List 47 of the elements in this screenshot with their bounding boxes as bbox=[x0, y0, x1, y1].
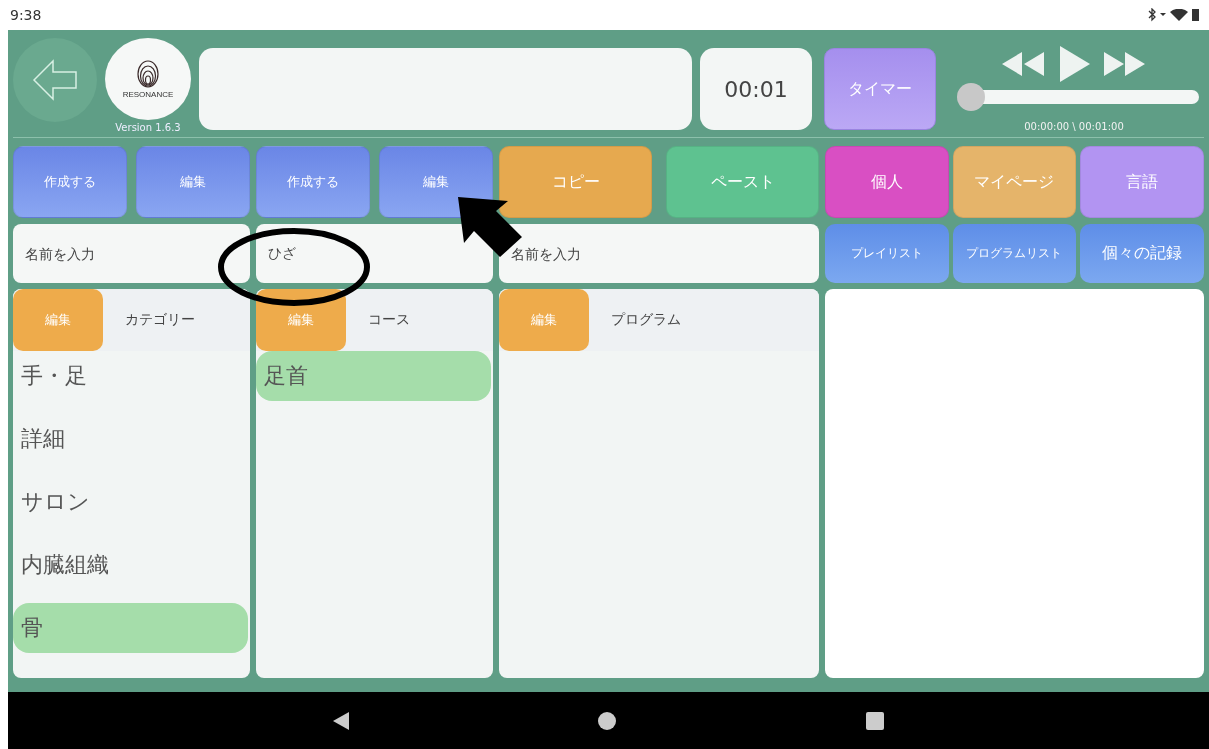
wifi-icon bbox=[1170, 9, 1188, 21]
list-item[interactable]: 手・足 bbox=[13, 351, 248, 401]
battery-icon bbox=[1192, 9, 1199, 21]
bluetooth-icon bbox=[1148, 8, 1156, 22]
rewind-icon[interactable] bbox=[1002, 51, 1046, 77]
elapsed-time: 00:01 bbox=[700, 48, 812, 130]
edit-button[interactable]: 編集 bbox=[499, 289, 589, 351]
toolbar-button[interactable]: 編集 bbox=[136, 146, 250, 218]
toolbar-button[interactable]: 作成する bbox=[256, 146, 370, 218]
progress-slider[interactable] bbox=[957, 83, 1199, 111]
logo-rings-icon bbox=[137, 59, 159, 88]
time-reading: 00:00:00 \ 00:01:00 bbox=[1024, 121, 1124, 132]
toolbar-button[interactable]: ペースト bbox=[666, 146, 819, 218]
list-button[interactable]: 個々の記録 bbox=[1080, 224, 1204, 283]
toolbar-button[interactable]: 個人 bbox=[825, 146, 949, 218]
fast-forward-icon[interactable] bbox=[1104, 52, 1146, 76]
list-item[interactable]: サロン bbox=[13, 477, 248, 527]
back-arrow-icon bbox=[32, 59, 78, 101]
home-nav-icon[interactable] bbox=[598, 711, 617, 730]
toolbar-button[interactable]: マイページ bbox=[952, 146, 1077, 218]
timer-button[interactable]: タイマー bbox=[824, 48, 936, 130]
back-nav-icon[interactable] bbox=[332, 711, 349, 730]
search-field[interactable]: ひざ bbox=[256, 224, 493, 283]
list-item[interactable]: 内臓組織 bbox=[13, 540, 248, 590]
list-button[interactable]: プレイリスト bbox=[825, 224, 949, 283]
edit-button[interactable]: 編集 bbox=[13, 289, 103, 351]
dropdown-caret-icon bbox=[1160, 13, 1166, 17]
toolbar-button[interactable]: コピー bbox=[499, 146, 652, 218]
list-item[interactable]: 詳細 bbox=[13, 414, 248, 464]
play-icon[interactable] bbox=[1060, 46, 1090, 82]
status-time: 9:38 bbox=[10, 7, 42, 23]
list-button[interactable]: プログラムリスト bbox=[952, 224, 1077, 283]
edit-button[interactable]: 編集 bbox=[256, 289, 346, 351]
panel-title: コース bbox=[368, 311, 410, 329]
recents-nav-icon[interactable] bbox=[866, 711, 885, 730]
search-field[interactable]: 名前を入力 bbox=[499, 224, 819, 283]
slider-thumb[interactable] bbox=[957, 83, 985, 111]
toolbar-button[interactable]: 編集 bbox=[379, 146, 493, 218]
search-field[interactable]: 名前を入力 bbox=[13, 224, 250, 283]
version-label: Version 1.6.3 bbox=[115, 122, 181, 133]
panel-title: カテゴリー bbox=[125, 311, 195, 329]
panel-title: プログラム bbox=[611, 311, 681, 329]
logo-text: RESONANCE bbox=[122, 89, 174, 99]
toolbar-button[interactable]: 作成する bbox=[13, 146, 127, 218]
list-item[interactable]: 足首 bbox=[256, 351, 491, 401]
list-item[interactable]: 骨 bbox=[13, 603, 248, 653]
toolbar-button[interactable]: 言語 bbox=[1080, 146, 1204, 218]
